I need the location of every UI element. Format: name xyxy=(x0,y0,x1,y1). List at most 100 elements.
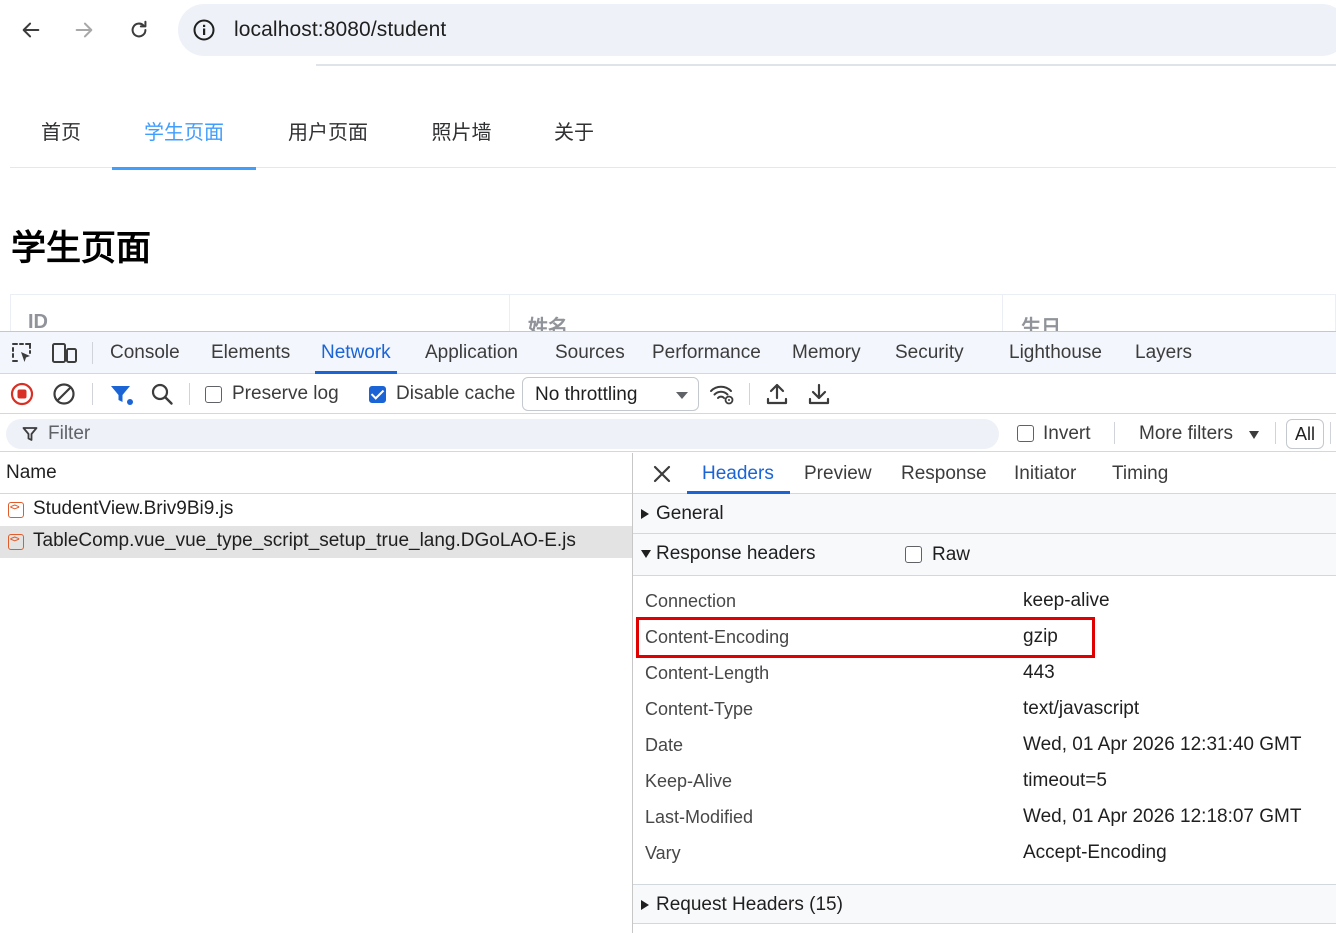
toolbar-separator xyxy=(749,383,750,405)
site-info-icon[interactable] xyxy=(192,18,216,42)
close-icon[interactable] xyxy=(652,464,672,484)
raw-label[interactable]: Raw xyxy=(932,544,970,566)
preserve-log-checkbox[interactable] xyxy=(205,386,222,403)
request-list-header: Name xyxy=(0,453,632,494)
network-toolbar: Preserve log Disable cache No throttling xyxy=(0,374,1336,414)
reload-icon xyxy=(131,20,147,38)
page-title: 学生页面 xyxy=(11,229,152,268)
devtools-tab-console[interactable]: Console xyxy=(110,332,180,374)
network-filter-bar: Filter Invert More filters All xyxy=(0,414,1336,452)
throttling-value: No throttling xyxy=(535,384,638,405)
download-icon[interactable] xyxy=(807,382,831,406)
devtools-tab-security[interactable]: Security xyxy=(895,332,964,374)
devtools-tab-memory[interactable]: Memory xyxy=(792,332,861,374)
inspect-element-icon[interactable] xyxy=(9,340,35,366)
address-bar[interactable]: localhost:8080/student xyxy=(178,4,1336,56)
header-value: 443 xyxy=(1023,662,1055,683)
header-name: Content-Type xyxy=(645,699,754,719)
device-toolbar-icon[interactable] xyxy=(51,340,79,366)
devtools-tab-performance[interactable]: Performance xyxy=(652,332,761,374)
chevron-down-icon xyxy=(676,392,688,399)
raw-checkbox[interactable] xyxy=(905,546,922,563)
general-label[interactable]: General xyxy=(656,503,724,525)
request-row-selected[interactable]: TableComp.vue_vue_type_script_setup_true… xyxy=(0,526,632,558)
browser-chrome: localhost:8080/student xyxy=(0,0,1336,66)
nav-tab-student[interactable]: 学生页面 xyxy=(112,92,256,170)
stop-recording-icon[interactable] xyxy=(10,382,34,406)
toolbar-separator xyxy=(189,383,190,405)
disable-cache-label[interactable]: Disable cache xyxy=(396,383,515,405)
chevron-down-icon xyxy=(1249,431,1259,439)
nav-tab-about[interactable]: 关于 xyxy=(553,92,595,168)
name-column-header[interactable]: Name xyxy=(6,462,57,484)
arrow-right-icon xyxy=(75,22,93,38)
upload-icon[interactable] xyxy=(765,382,789,406)
expand-arrow-icon xyxy=(641,900,649,910)
clear-icon[interactable] xyxy=(52,382,76,406)
nav-tab-user[interactable]: 用户页面 xyxy=(286,92,370,168)
filter-funnel-icon[interactable] xyxy=(109,382,135,408)
header-value: keep-alive xyxy=(1023,590,1110,611)
request-headers-section-header[interactable]: Request Headers (15) xyxy=(633,884,1336,924)
header-name: Date xyxy=(645,735,684,755)
nav-tab-photo-wall[interactable]: 照片墙 xyxy=(430,92,493,168)
response-headers-section-header[interactable]: Response headers Raw xyxy=(633,534,1336,576)
devtools-tab-sources[interactable]: Sources xyxy=(555,332,625,374)
student-table-header: ID 姓名 生日 xyxy=(10,294,1336,334)
script-file-icon xyxy=(8,502,24,518)
request-name[interactable]: StudentView.Briv9Bi9.js xyxy=(33,498,233,520)
preserve-log-label[interactable]: Preserve log xyxy=(232,383,339,405)
search-icon[interactable] xyxy=(150,382,174,406)
filter-input[interactable]: Filter xyxy=(6,419,999,449)
response-headers-label[interactable]: Response headers xyxy=(656,543,816,565)
network-conditions-icon[interactable] xyxy=(708,382,736,406)
header-name: Keep-Alive xyxy=(645,771,733,791)
devtools-tab-network[interactable]: Network xyxy=(315,332,397,374)
header-name: Connection xyxy=(645,591,737,611)
devtools-tab-lighthouse[interactable]: Lighthouse xyxy=(1009,332,1102,374)
header-value: Accept-Encoding xyxy=(1023,842,1167,863)
detail-tab-preview[interactable]: Preview xyxy=(804,453,872,494)
detail-tab-response[interactable]: Response xyxy=(901,453,987,494)
devtools-tab-application[interactable]: Application xyxy=(425,332,518,374)
header-value: timeout=5 xyxy=(1023,770,1107,791)
toolbar-separator xyxy=(1114,422,1115,444)
forward-button[interactable] xyxy=(68,14,100,46)
chrome-divider xyxy=(316,64,1336,66)
detail-tab-initiator[interactable]: Initiator xyxy=(1014,453,1076,494)
request-list: Name StudentView.Briv9Bi9.js TableComp.v… xyxy=(0,453,632,933)
reload-button[interactable] xyxy=(123,14,155,46)
request-headers-label[interactable]: Request Headers (15) xyxy=(656,894,843,916)
nav-tab-home[interactable]: 首页 xyxy=(40,92,82,168)
detail-tabbar: Headers Preview Response Initiator Timin… xyxy=(633,453,1336,494)
all-filter-button[interactable]: All xyxy=(1286,419,1324,449)
disable-cache-checkbox[interactable] xyxy=(369,386,386,403)
script-file-icon xyxy=(8,534,24,550)
toolbar-separator xyxy=(92,383,93,405)
highlight-annotation-box xyxy=(636,617,1095,658)
request-row[interactable]: StudentView.Briv9Bi9.js xyxy=(0,494,632,526)
request-name[interactable]: TableComp.vue_vue_type_script_setup_true… xyxy=(33,530,576,552)
invert-checkbox[interactable] xyxy=(1017,425,1034,442)
header-value: text/javascript xyxy=(1023,698,1140,719)
column-divider xyxy=(509,295,510,334)
expand-arrow-icon xyxy=(641,509,649,519)
detail-tab-timing[interactable]: Timing xyxy=(1112,453,1168,494)
devtools-tab-elements[interactable]: Elements xyxy=(211,332,290,374)
invert-label[interactable]: Invert xyxy=(1043,423,1091,445)
general-section-header[interactable]: General xyxy=(633,494,1336,534)
detail-tab-headers[interactable]: Headers xyxy=(687,453,790,494)
throttling-select[interactable]: No throttling xyxy=(522,377,699,411)
back-button[interactable] xyxy=(15,14,47,46)
toolbar-separator xyxy=(1330,422,1331,444)
filter-icon xyxy=(22,427,38,441)
more-filters-button[interactable]: More filters xyxy=(1139,423,1233,445)
toolbar-separator xyxy=(1275,422,1276,444)
header-name: Vary xyxy=(645,843,681,863)
url-text[interactable]: localhost:8080/student xyxy=(234,18,446,42)
devtools-tabbar: Console Elements Network Application Sou… xyxy=(0,332,1336,374)
filter-placeholder: Filter xyxy=(48,423,91,444)
devtools-tab-layers[interactable]: Layers xyxy=(1135,332,1192,374)
collapse-arrow-icon xyxy=(641,550,651,558)
column-divider xyxy=(1002,295,1003,334)
